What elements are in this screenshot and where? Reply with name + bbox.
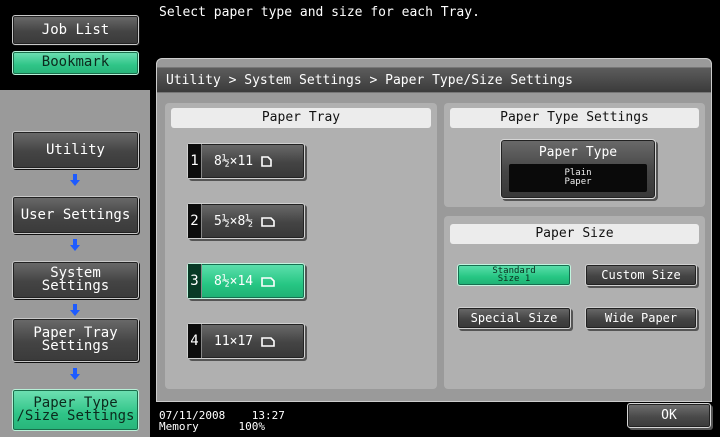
instruction-text: Select paper type and size for each Tray… [159, 5, 480, 20]
nav-system-settings-button[interactable]: System Settings [12, 261, 139, 299]
landscape-paper-icon [261, 336, 275, 347]
tray-number: 1 [188, 144, 202, 178]
paper-size-section: Paper Size [444, 216, 705, 389]
memory-value: 100% [238, 420, 266, 433]
main-panel: Utility > System Settings > Paper Type/S… [156, 58, 712, 402]
paper-tray-heading: Paper Tray [171, 108, 431, 128]
landscape-paper-icon [261, 276, 275, 287]
tray-number: 2 [188, 204, 202, 238]
date-time: 07/11/2008 13:27 Memory 100% [159, 410, 285, 432]
memory-label: Memory [159, 420, 199, 433]
down-arrow-icon [65, 173, 85, 186]
down-arrow-icon [65, 238, 85, 251]
breadcrumb: Utility > System Settings > Paper Type/S… [157, 67, 711, 93]
special-size-button[interactable]: Special Size [457, 307, 571, 329]
left-top-zone [0, 0, 150, 90]
tray-size-label: 8½×14 [214, 273, 254, 289]
paper-type-value-line2: Paper [564, 177, 592, 187]
portrait-paper-icon [261, 156, 275, 167]
job-list-button[interactable]: Job List [12, 15, 139, 45]
nav-utility-button[interactable]: Utility [12, 131, 139, 169]
custom-size-button[interactable]: Custom Size [585, 264, 697, 286]
standard-size-line2: Size 1 [497, 274, 531, 284]
nav-paper-type-size-button[interactable]: Paper Type /Size Settings [12, 389, 139, 431]
nav-user-settings-button[interactable]: User Settings [12, 196, 139, 234]
wide-paper-button[interactable]: Wide Paper [585, 307, 697, 329]
landscape-paper-icon [261, 216, 275, 227]
tray-size-label: 8½×11 [214, 153, 254, 169]
message-bar: Select paper type and size for each Tray… [150, 0, 720, 60]
paper-size-heading: Paper Size [450, 224, 699, 244]
paper-type-label: Paper Type [538, 145, 618, 160]
ok-button[interactable]: OK [627, 403, 711, 428]
tray-number: 3 [188, 264, 202, 298]
nav-paper-tray-settings-button[interactable]: Paper Tray Settings [12, 318, 139, 362]
bookmark-button[interactable]: Bookmark [12, 51, 139, 75]
tray-4-button[interactable]: 4 11×17 [187, 323, 305, 359]
tray-2-button[interactable]: 2 5½×8½ [187, 203, 305, 239]
tray-number: 4 [188, 324, 202, 358]
paper-tray-section: Paper Tray 1 8½×11 2 5½×8½ 3 8½×14 4 11×… [165, 103, 437, 389]
down-arrow-icon [65, 303, 85, 316]
tray-size-label: 11×17 [214, 333, 254, 349]
paper-type-settings-heading: Paper Type Settings [450, 108, 699, 128]
down-arrow-icon [65, 367, 85, 380]
tray-3-button[interactable]: 3 8½×14 [187, 263, 305, 299]
tray-size-label: 5½×8½ [214, 213, 254, 229]
standard-size-button[interactable]: Standard Size 1 [457, 264, 571, 286]
paper-type-button[interactable]: Paper Type Plain Paper [500, 139, 656, 199]
tray-1-button[interactable]: 1 8½×11 [187, 143, 305, 179]
paper-type-value: Plain Paper [509, 164, 647, 192]
left-navigation: Job List Bookmark Utility User Settings … [0, 0, 150, 437]
